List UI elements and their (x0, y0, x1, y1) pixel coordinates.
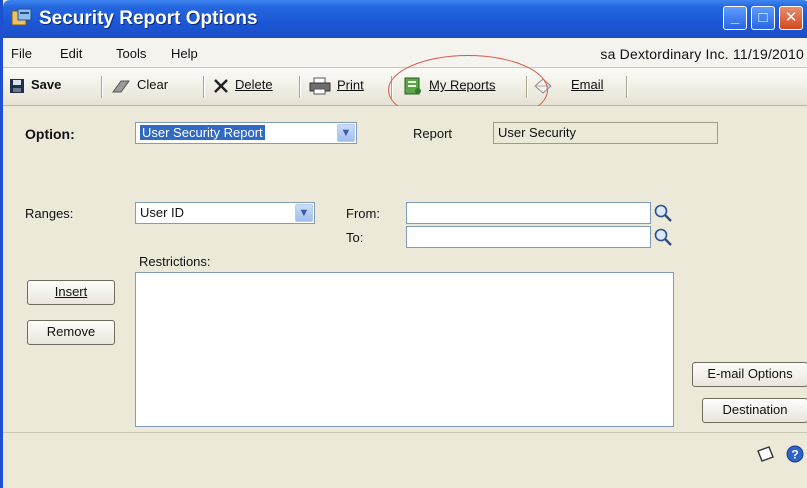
from-lookup-icon[interactable] (653, 203, 673, 223)
save-button[interactable]: Save (9, 77, 61, 94)
menu-edit[interactable]: Edit (60, 46, 82, 61)
email-options-label: E-mail Options (707, 366, 793, 381)
help-icon[interactable]: ? (785, 444, 805, 464)
delete-button[interactable]: Delete (213, 77, 273, 94)
toolbar-separator (203, 76, 205, 98)
insert-button[interactable]: Insert (27, 280, 115, 305)
restrictions-label: Restrictions: (139, 254, 211, 269)
save-label: Save (31, 77, 62, 92)
printer-icon (309, 77, 331, 95)
menu-help[interactable]: Help (171, 46, 198, 61)
status-bar: ? (3, 432, 807, 488)
from-field[interactable] (406, 202, 651, 224)
report-value: User Security (498, 125, 577, 140)
chevron-down-icon[interactable]: ▼ (337, 124, 355, 142)
option-label: Option: (25, 126, 75, 142)
email-options-button[interactable]: E-mail Options (692, 362, 807, 387)
clear-button[interactable]: Clear (111, 77, 168, 94)
toolbar-separator (626, 76, 628, 98)
report-field: User Security (493, 122, 718, 144)
remove-label: Remove (46, 324, 96, 339)
delete-x-icon (214, 78, 228, 93)
security-report-options-window: Security Report Options _ □ ✕ File Edit … (0, 0, 807, 488)
floppy-disk-icon (10, 78, 24, 93)
delete-label: Delete (235, 77, 273, 92)
form-area: Option: User Security Report ▼ Report Us… (3, 106, 807, 432)
title-bar[interactable]: Security Report Options _ □ ✕ (3, 0, 807, 38)
print-button[interactable]: Print (309, 77, 364, 95)
destination-button[interactable]: Destination (702, 398, 807, 423)
toolbar-separator (299, 76, 301, 98)
maximize-button[interactable]: □ (751, 6, 775, 30)
toolbar-separator (101, 76, 103, 98)
to-lookup-icon[interactable] (653, 227, 673, 247)
ranges-value: User ID (140, 205, 185, 220)
close-button[interactable]: ✕ (779, 6, 803, 30)
note-icon[interactable] (755, 445, 775, 463)
minimize-icon: _ (730, 9, 740, 26)
eraser-icon (112, 80, 130, 93)
menu-file[interactable]: File (11, 46, 32, 61)
svg-text:?: ? (791, 448, 798, 462)
option-value: User Security Report (140, 125, 265, 140)
maximize-icon: □ (758, 9, 768, 26)
clear-label: Clear (137, 77, 169, 92)
to-label: To: (346, 230, 364, 245)
destination-label: Destination (722, 402, 788, 417)
menu-tools[interactable]: Tools (116, 46, 146, 61)
app-icon (11, 8, 32, 26)
ranges-label: Ranges: (25, 206, 74, 221)
to-field[interactable] (406, 226, 651, 248)
restrictions-list[interactable] (135, 272, 674, 427)
remove-button[interactable]: Remove (27, 320, 115, 345)
minimize-button[interactable]: _ (723, 6, 747, 30)
email-label: Email (571, 77, 604, 93)
print-label: Print (337, 77, 364, 93)
menu-bar: File Edit Tools Help sa Dextordinary Inc… (3, 38, 807, 68)
close-icon: ✕ (784, 9, 798, 26)
chevron-down-icon[interactable]: ▼ (295, 204, 313, 222)
user-company-date: sa Dextordinary Inc. 11/19/2010 (600, 46, 804, 62)
option-dropdown[interactable]: User Security Report ▼ (135, 122, 357, 144)
window-title: Security Report Options (39, 8, 258, 29)
ranges-dropdown[interactable]: User ID ▼ (135, 202, 315, 224)
from-label: From: (346, 206, 380, 221)
report-label: Report (413, 126, 453, 141)
insert-label: Insert (54, 284, 88, 299)
